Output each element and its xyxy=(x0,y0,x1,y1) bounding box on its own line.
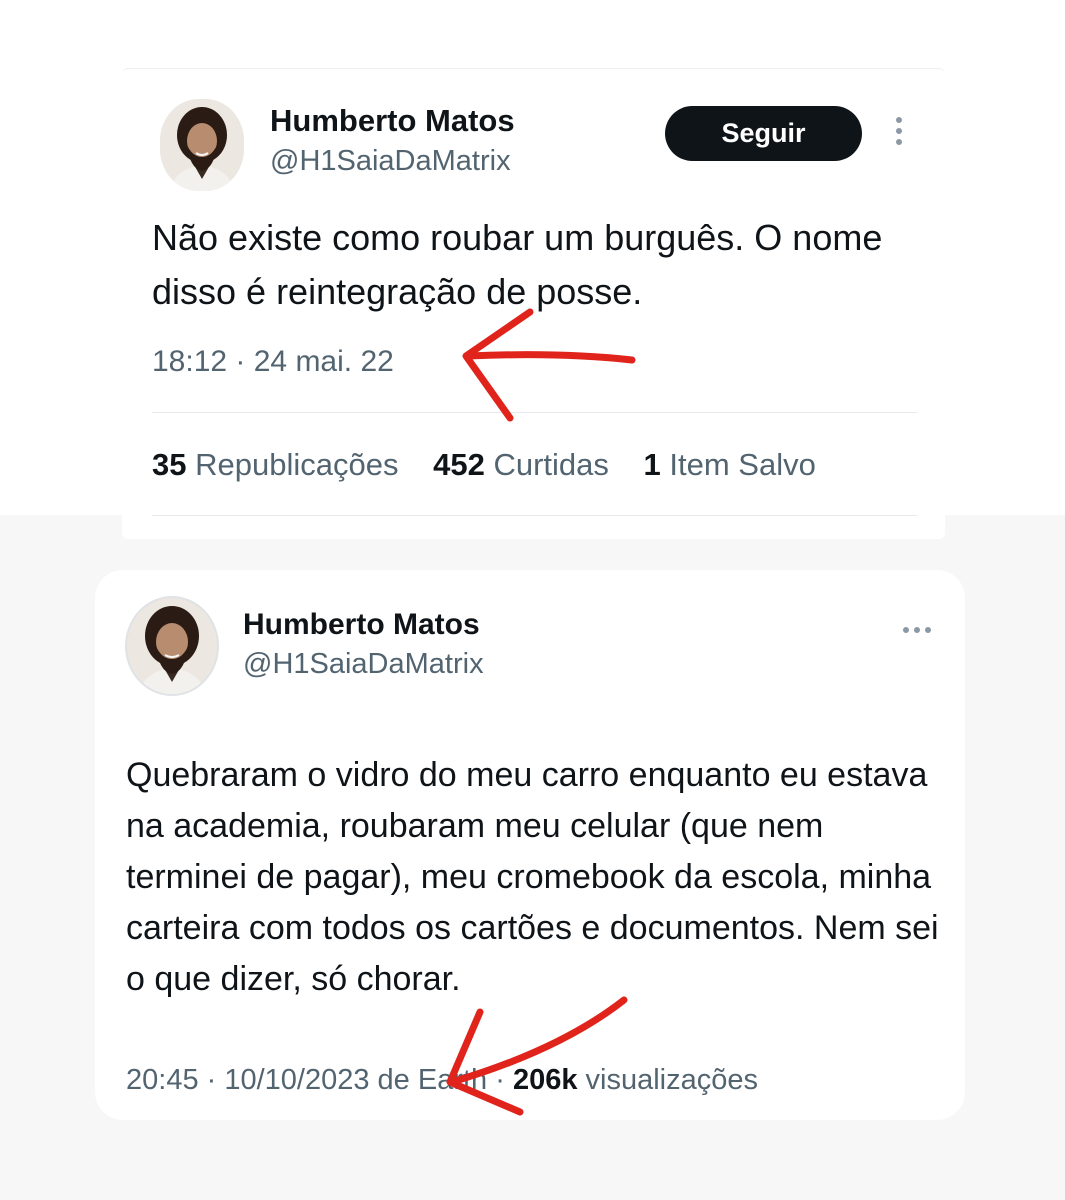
saved-stat[interactable]: 1 Item Salvo xyxy=(644,447,816,482)
views-label: visualizações xyxy=(577,1064,758,1096)
likes-count: 452 xyxy=(433,447,485,482)
avatar-photo xyxy=(127,598,217,694)
avatar-photo xyxy=(160,99,244,191)
likes-stat[interactable]: 452 Curtidas xyxy=(433,447,609,482)
likes-label: Curtidas xyxy=(493,447,609,482)
tweet-text: Não existe como roubar um burguês. O nom… xyxy=(152,217,883,312)
more-vertical-icon[interactable] xyxy=(894,117,904,151)
author-name[interactable]: Humberto Matos xyxy=(243,608,480,642)
avatar[interactable] xyxy=(125,596,219,696)
author-handle[interactable]: @H1SaiaDaMatrix xyxy=(243,648,484,681)
tweet-card-1: Humberto Matos @H1SaiaDaMatrix Seguir Nã… xyxy=(122,68,945,539)
more-horizontal-icon[interactable] xyxy=(903,620,936,633)
divider xyxy=(152,515,917,516)
reposts-stat[interactable]: 35 Republicações xyxy=(152,447,398,482)
author-handle[interactable]: @H1SaiaDaMatrix xyxy=(270,145,511,178)
reposts-count: 35 xyxy=(152,447,187,482)
saved-count: 1 xyxy=(643,447,661,482)
divider xyxy=(152,412,917,413)
saved-label: Item Salvo xyxy=(669,447,816,482)
tweet-card-2: Humberto Matos @H1SaiaDaMatrix Quebraram… xyxy=(95,570,965,1120)
tweet-text: Quebraram o vidro do meu carro enquanto … xyxy=(126,756,939,998)
tweet-meta: 20:45 · 10/10/2023 de Earth · 206k visua… xyxy=(126,1064,758,1097)
views-count: 206k xyxy=(512,1064,578,1096)
tweet-timestamp[interactable]: 18:12 · 24 mai. 22 xyxy=(152,345,394,379)
follow-button[interactable]: Seguir xyxy=(665,106,862,161)
reposts-label: Republicações xyxy=(195,447,399,482)
tweet-timestamp[interactable]: 20:45 · 10/10/2023 de Earth · xyxy=(126,1064,513,1096)
author-name[interactable]: Humberto Matos xyxy=(270,103,515,139)
avatar[interactable] xyxy=(160,99,244,191)
tweet-stats: 35 Republicações 452 Curtidas 1 Item Sal… xyxy=(152,447,842,483)
